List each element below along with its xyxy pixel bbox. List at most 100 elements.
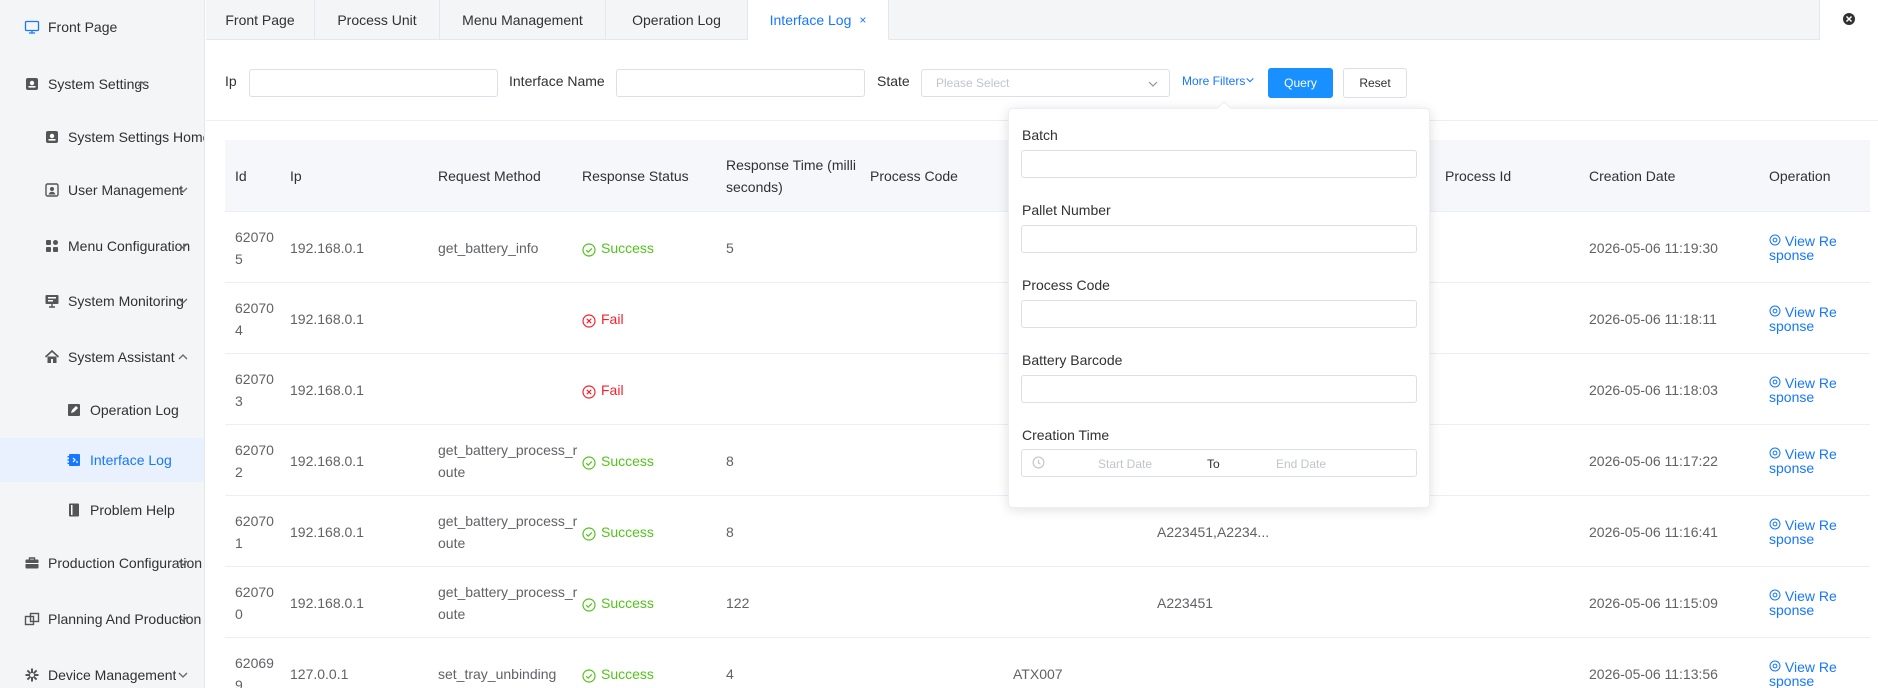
state-placeholder: Please Select (936, 76, 1010, 90)
start-date-placeholder[interactable]: Start Date (1098, 457, 1152, 471)
gear-icon (24, 667, 40, 683)
tab-menu-management[interactable]: Menu Management (440, 0, 606, 40)
chevron-down-icon[interactable] (175, 555, 191, 571)
tab-front-page[interactable]: Front Page (206, 0, 315, 40)
process-code-input[interactable] (1021, 300, 1417, 328)
cell-battery-barcode-text: A223451 (1157, 594, 1214, 611)
cell-id: 620700 (235, 567, 280, 638)
chevron-down-icon[interactable] (175, 667, 191, 683)
status-text: Success (601, 594, 654, 611)
sidebar-item-menu-configuration[interactable]: Menu Configuration (0, 224, 204, 268)
chevron-up-icon[interactable] (134, 76, 150, 92)
view-response-link[interactable]: View Response (1769, 447, 1841, 475)
chevron-down-icon (1245, 74, 1255, 88)
chevron-down-icon[interactable] (175, 293, 191, 309)
batch-input[interactable] (1021, 150, 1417, 178)
sidebar-item-label: User Management (68, 182, 184, 198)
status-success-badge: Success (582, 521, 654, 543)
sidebar-item-front-page[interactable]: Front Page (0, 5, 204, 49)
cell-ip: 192.168.0.1 (290, 567, 430, 638)
sidebar-item-label: Menu Configuration (68, 238, 191, 254)
more-filters-label: More Filters (1182, 74, 1246, 88)
check-circle-icon (582, 454, 596, 470)
status-text: Success (601, 523, 654, 540)
table-row: 620700 192.168.0.1 get_battery_process_rou… (225, 567, 1870, 638)
query-button[interactable]: Query (1268, 68, 1333, 98)
cell-request-method-text: get_battery_process_route (438, 512, 578, 551)
sidebar-item-operation-log[interactable]: Operation Log (0, 388, 204, 432)
end-date-placeholder[interactable]: End Date (1276, 457, 1326, 471)
cell-request-method: set_tray_unbinding (438, 638, 578, 688)
tab-process-unit[interactable]: Process Unit (315, 0, 440, 40)
chevron-down-icon[interactable] (175, 238, 191, 254)
view-response-link[interactable]: View Response (1769, 376, 1841, 404)
chevron-down-icon[interactable] (175, 182, 191, 198)
interface-name-input[interactable] (616, 69, 865, 97)
cell-request-method (438, 283, 578, 354)
close-circle-icon (582, 312, 596, 328)
chevron-up-icon[interactable] (175, 349, 191, 365)
status-fail-badge: Fail (582, 308, 624, 330)
view-response-link[interactable]: View Response (1769, 234, 1841, 262)
cell-creation-date-text: 2026-05-06 11:19:30 (1589, 239, 1718, 256)
view-response-link[interactable]: View Response (1769, 660, 1841, 688)
more-filters-toggle[interactable]: More Filters (1182, 74, 1255, 88)
state-select[interactable]: Please Select (921, 69, 1170, 97)
cell-id: 620701 (235, 496, 280, 567)
cell-ip: 192.168.0.1 (290, 212, 430, 283)
cell-ip-text: 192.168.0.1 (290, 523, 364, 540)
sidebar-item-label: System Assistant (68, 349, 175, 365)
briefcase-icon (24, 555, 40, 571)
sidebar-item-label: Interface Log (90, 452, 172, 468)
pallet-number-label: Pallet Number (1022, 202, 1111, 218)
view-response-link[interactable]: View Response (1769, 305, 1841, 333)
status-text: Fail (601, 310, 624, 327)
cell-ip-text: 192.168.0.1 (290, 239, 364, 256)
tab-label: Menu Management (462, 12, 583, 28)
view-response-link[interactable]: View Response (1769, 518, 1841, 546)
cell-creation-date: 2026-05-06 11:16:41 (1589, 496, 1759, 567)
tab-operation-log[interactable]: Operation Log (606, 0, 748, 40)
creation-time-range-picker[interactable]: Start Date To End Date (1021, 449, 1417, 477)
close-all-tabs-button[interactable] (1819, 0, 1878, 40)
status-text: Success (601, 239, 654, 256)
reset-button[interactable]: Reset (1343, 68, 1407, 98)
cell-operation: View Response (1769, 212, 1841, 283)
ip-input[interactable] (249, 69, 498, 97)
cell-request-method: get_battery_process_route (438, 496, 578, 567)
cell-response-status: Fail (582, 283, 722, 354)
status-success-badge: Success (582, 450, 654, 472)
sidebar-item-problem-help[interactable]: Problem Help (0, 488, 204, 532)
col-method-header: Request Method (438, 168, 541, 184)
cell-ip-text: 192.168.0.1 (290, 452, 364, 469)
tab-interface-log[interactable]: Interface Log × (748, 0, 889, 40)
cell-response-status: Fail (582, 354, 722, 425)
cell-creation-date: 2026-05-06 11:15:09 (1589, 567, 1759, 638)
cell-battery-barcode (1157, 638, 1377, 688)
sidebar-item-label: Device Management (48, 667, 177, 683)
cell-request-method-text: get_battery_process_route (438, 441, 578, 480)
tab-bar: Front Page Process Unit Menu Management … (206, 0, 1878, 40)
chevron-down-icon[interactable] (175, 611, 191, 627)
battery-barcode-input[interactable] (1021, 375, 1417, 403)
sidebar-item-interface-log[interactable]: Interface Log (0, 438, 204, 482)
view-response-link[interactable]: View Response (1769, 589, 1841, 617)
cell-id-text: 620702 (235, 441, 274, 480)
cell-creation-date-text: 2026-05-06 11:18:03 (1589, 381, 1718, 398)
sidebar-item-planning-and-production[interactable]: Planning And Production (0, 597, 204, 641)
sidebar-item-system-monitoring[interactable]: System Monitoring (0, 279, 204, 323)
pallet-number-input[interactable] (1021, 225, 1417, 253)
sidebar-item-production-configuration[interactable]: Production Configuration (0, 541, 204, 585)
sidebar-item-system-settings[interactable]: System Settings (0, 62, 204, 106)
sidebar-item-system-assistant[interactable]: System Assistant (0, 335, 204, 379)
tab-label: Process Unit (337, 12, 417, 28)
sidebar-item-system-settings-home[interactable]: System Settings Home (0, 115, 204, 159)
status-success-badge: Success (582, 237, 654, 259)
col-ip-header: Ip (290, 168, 302, 184)
col-process-code-header: Process Code (870, 168, 958, 184)
sidebar-item-user-management[interactable]: User Management (0, 168, 204, 212)
close-tab-icon[interactable]: × (859, 13, 866, 27)
sidebar-item-label: System Monitoring (68, 293, 184, 309)
user-icon (44, 182, 60, 198)
sidebar-item-device-management[interactable]: Device Management (0, 653, 204, 688)
